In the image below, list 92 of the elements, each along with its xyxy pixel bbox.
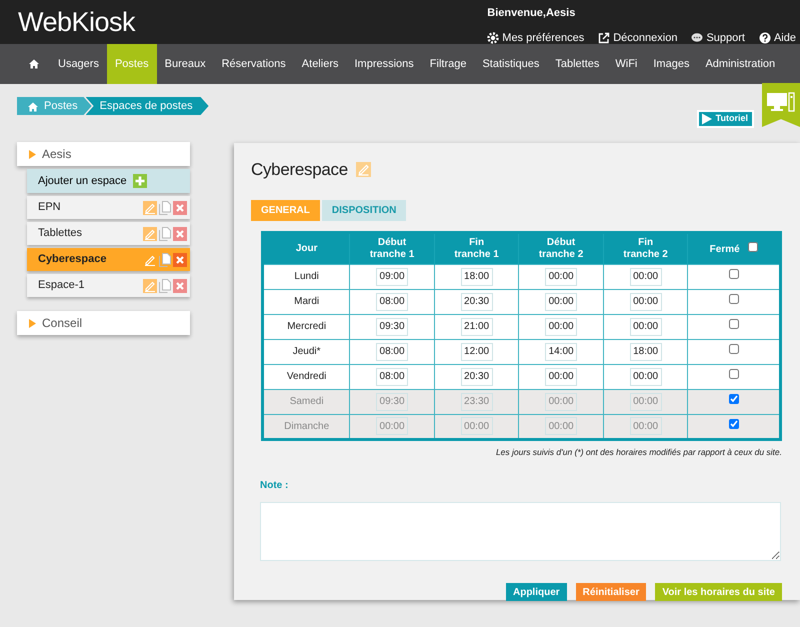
day-label: Samedi <box>290 396 324 407</box>
note-field[interactable] <box>260 502 781 562</box>
external-link-icon <box>598 32 610 44</box>
add-space-button[interactable]: Ajouter un espace <box>27 169 190 193</box>
time-field[interactable]: 00:00 <box>545 368 578 386</box>
nav-tab[interactable]: Administration <box>697 44 784 84</box>
time-field[interactable]: 21:00 <box>460 318 493 336</box>
arrow-icon <box>29 150 36 158</box>
header-link[interactable]: Mes préférences <box>502 30 584 46</box>
closed-checkbox[interactable] <box>728 294 739 304</box>
nav-tab[interactable]: Images <box>645 44 698 84</box>
column-header: Fin tranche 2 <box>623 236 668 260</box>
time-field[interactable]: 12:00 <box>460 342 493 360</box>
panel-title: Cyberespace <box>251 159 348 181</box>
closed-checkbox[interactable] <box>728 369 739 379</box>
day-label: Mercredi <box>287 321 326 332</box>
delete-icon <box>173 252 187 266</box>
day-label: Lundi <box>294 271 319 282</box>
closed-checkbox[interactable] <box>728 394 739 404</box>
space-item[interactable]: Tablettes <box>27 222 190 245</box>
time-field[interactable]: 00:00 <box>545 268 578 286</box>
time-field[interactable]: 14:00 <box>545 342 578 360</box>
edit-icon <box>143 200 157 214</box>
home-icon <box>28 58 40 70</box>
plus-icon <box>132 174 147 188</box>
time-field[interactable]: 00:00 <box>630 292 662 310</box>
closed-checkbox[interactable] <box>728 269 739 279</box>
nav-tab[interactable]: Bureaux <box>156 44 214 84</box>
day-label: Dimanche <box>284 420 330 432</box>
nav-tab[interactable]: Ateliers <box>294 44 346 84</box>
column-header: Début tranche 1 <box>370 236 414 260</box>
note-label: Note : <box>260 479 290 494</box>
gear-icon <box>487 32 500 44</box>
select-all-checkbox[interactable] <box>748 242 758 252</box>
time-field[interactable]: 00:00 <box>630 318 662 336</box>
nav-tab[interactable]: Réservations <box>214 44 294 84</box>
closed-checkbox[interactable] <box>728 344 739 354</box>
play-icon <box>700 113 713 125</box>
day-label: Vendredi <box>286 371 326 382</box>
group-header[interactable]: Aesis <box>17 142 190 166</box>
day-label: Mardi <box>294 296 320 307</box>
nav-tab[interactable]: Tablettes <box>547 44 608 84</box>
time-field[interactable]: 08:00 <box>376 292 408 310</box>
breadcrumb-current: Espaces de postes <box>86 97 209 115</box>
time-field[interactable]: 00:00 <box>630 368 662 386</box>
space-item[interactable]: Espace-1 <box>27 274 190 297</box>
column-header: Fermé <box>710 244 740 254</box>
time-field[interactable]: 09:00 <box>376 268 408 286</box>
nav-tab[interactable]: Impressions <box>346 44 422 84</box>
delete-icon <box>173 278 187 292</box>
delete-icon <box>173 200 187 214</box>
arrow-icon <box>29 318 36 328</box>
space-item[interactable]: Cyberespace <box>27 248 190 271</box>
header-link[interactable]: Support <box>706 30 745 46</box>
header-link[interactable]: Aide <box>774 30 796 46</box>
time-field[interactable]: 20:30 <box>460 292 493 310</box>
greeting: Bienvenue,Aesis <box>487 6 576 21</box>
footnote: Les jours suivis d'un (*) ont des horaires modifiés par rapport à ceux du site. <box>494 446 782 458</box>
closed-checkbox[interactable] <box>728 418 739 428</box>
nav-tab[interactable]: Usagers <box>50 44 107 84</box>
time-field[interactable]: 00:00 <box>630 268 662 286</box>
nav-tab[interactable]: WiFi <box>607 44 646 84</box>
time-field[interactable]: 20:30 <box>460 368 493 386</box>
time-field[interactable]: 08:00 <box>376 368 408 386</box>
column-header: Début tranche 2 <box>538 236 584 260</box>
time-field[interactable]: 00:00 <box>545 292 578 310</box>
day-label: Jeudi* <box>292 346 321 357</box>
chat-icon <box>691 32 704 44</box>
edit-icon <box>143 278 157 292</box>
time-field[interactable]: 18:00 <box>630 342 662 360</box>
copy-icon <box>159 252 171 266</box>
monitor-icon <box>767 91 795 113</box>
column-header: Jour <box>296 242 318 254</box>
group-header[interactable]: Conseil <box>17 311 190 335</box>
column-header: Fin tranche 1 <box>454 236 499 260</box>
edit-icon <box>356 162 371 178</box>
closed-checkbox[interactable] <box>728 319 739 329</box>
space-item[interactable]: EPN <box>27 196 190 219</box>
time-field[interactable]: 09:30 <box>376 318 408 336</box>
header-link[interactable]: Déconnexion <box>613 30 678 46</box>
nav-tab[interactable]: Statistiques <box>474 44 548 84</box>
time-field[interactable]: 18:00 <box>460 268 493 286</box>
time-field[interactable]: 08:00 <box>376 342 408 360</box>
nav-tab[interactable]: Filtrage <box>422 44 474 84</box>
logo: WebKiosk <box>18 6 136 39</box>
delete-icon <box>173 226 187 240</box>
copy-icon <box>159 200 171 214</box>
home-icon <box>27 100 38 112</box>
copy-icon <box>159 226 171 240</box>
edit-icon <box>143 226 157 240</box>
time-field[interactable]: 00:00 <box>545 318 578 336</box>
copy-icon <box>159 278 171 292</box>
